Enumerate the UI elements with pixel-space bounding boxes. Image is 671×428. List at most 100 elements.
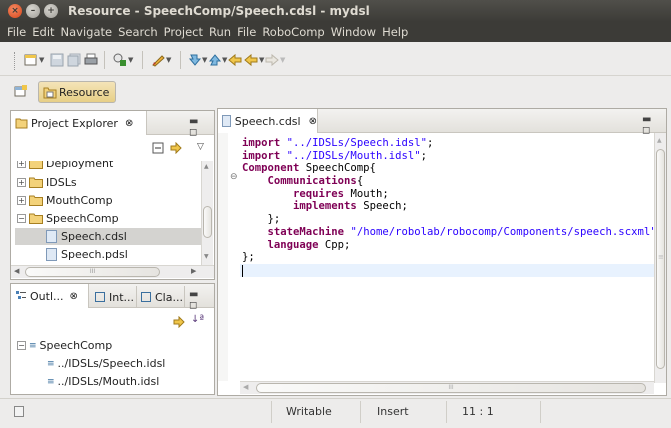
code-line[interactable]: Communications{	[242, 175, 663, 188]
resource-perspective-icon	[43, 87, 57, 99]
interface-icon	[95, 292, 105, 302]
pen-icon[interactable]	[151, 53, 165, 67]
code-editor[interactable]: import "../IDSLs/Speech.idsl"; import "..…	[242, 137, 663, 277]
tree-item-deployment[interactable]: + Deployment	[17, 161, 113, 172]
menu-help[interactable]: Help	[379, 25, 411, 39]
menu-edit[interactable]: Edit	[29, 25, 57, 39]
code-line[interactable]: };	[242, 251, 663, 264]
hscroll-thumb[interactable]: III	[25, 267, 160, 277]
tree-item-speech-cdsl[interactable]: Speech.cdsl	[15, 228, 203, 245]
status-separator	[540, 401, 541, 423]
debug-icon[interactable]	[113, 53, 127, 67]
scroll-left-icon[interactable]: ◀	[14, 267, 19, 275]
expand-icon[interactable]: +	[17, 196, 26, 205]
resource-perspective-button[interactable]: Resource	[38, 81, 117, 103]
view-menu-icon[interactable]: ▽	[197, 142, 204, 152]
outline-item-speechcomp[interactable]: − ≡ SpeechComp	[17, 337, 112, 354]
scroll-left-icon[interactable]: ◀	[243, 383, 248, 391]
tree-item-idsls[interactable]: + IDSLs	[17, 174, 77, 191]
previous-annotation-icon[interactable]	[208, 53, 222, 67]
perspective-bar: Resource	[0, 76, 671, 106]
maximize-window-icon[interactable]: +	[44, 4, 58, 18]
collapse-icon[interactable]: −	[17, 341, 26, 350]
menu-window[interactable]: Window	[328, 25, 379, 39]
outline-item-mouth-idsl[interactable]: ≡ ../IDSLs/Mouth.idsl	[47, 373, 159, 390]
code-line[interactable]	[242, 264, 663, 277]
menu-file[interactable]: File	[4, 25, 29, 39]
resource-perspective-label: Resource	[59, 85, 110, 99]
collapse-icon[interactable]: −	[17, 214, 26, 223]
scroll-down-icon[interactable]: ▼	[204, 253, 209, 260]
next-annotation-dropdown-icon[interactable]: ▼	[202, 56, 207, 64]
tab-interface[interactable]: Int...	[91, 286, 137, 308]
scroll-up-icon[interactable]: ▲	[657, 137, 662, 144]
close-tab-icon[interactable]: ⊗	[70, 291, 78, 302]
close-tab-icon[interactable]: ⊗	[125, 118, 133, 129]
back-icon[interactable]	[244, 53, 258, 67]
tree-item-mouthcomp[interactable]: + MouthComp	[17, 192, 113, 209]
hscroll-thumb[interactable]: III	[256, 383, 646, 393]
fast-view-icon[interactable]	[14, 406, 24, 417]
new-icon[interactable]	[24, 53, 38, 67]
code-line[interactable]: language Cpp;	[242, 239, 663, 252]
sort-icon[interactable]: ↓ª	[191, 314, 204, 325]
menu-project[interactable]: Project	[161, 25, 206, 39]
close-window-icon[interactable]: ×	[8, 4, 22, 18]
scroll-right-icon[interactable]: ▶	[191, 267, 196, 275]
print-icon[interactable]	[84, 53, 98, 67]
link-with-editor-icon[interactable]	[172, 316, 186, 328]
expand-icon[interactable]: +	[17, 178, 26, 187]
code-line[interactable]: Component SpeechComp{	[242, 162, 663, 175]
menu-run[interactable]: Run	[206, 25, 234, 39]
class-icon	[141, 292, 151, 302]
tree-item-speech-pdsl[interactable]: Speech.pdsl	[46, 246, 128, 261]
collapse-all-icon[interactable]	[152, 142, 164, 154]
back-dropdown-icon[interactable]: ▼	[259, 56, 264, 64]
code-line[interactable]: implements Speech;	[242, 200, 663, 213]
save-icon[interactable]	[50, 53, 64, 67]
minimize-maximize-icons[interactable]: ▬ ◻	[189, 289, 214, 311]
tab-class[interactable]: Cla...	[137, 286, 185, 308]
expand-icon[interactable]: +	[17, 161, 26, 168]
debug-dropdown-icon[interactable]: ▼	[128, 56, 133, 64]
code-line[interactable]: };	[242, 213, 663, 226]
vscroll-thumb[interactable]	[203, 206, 212, 238]
status-bar: Writable Insert 11 : 1	[0, 398, 671, 428]
previous-annotation-dropdown-icon[interactable]: ▼	[222, 56, 227, 64]
outline-item-speech-idsl[interactable]: ≡ ../IDSLs/Speech.idsl	[47, 355, 165, 372]
fold-icon[interactable]: ⊖	[230, 172, 238, 182]
tab-speech-cdsl[interactable]: Speech.cdsl ⊗	[218, 109, 318, 133]
code-line[interactable]: import "../IDSLs/Speech.idsl";	[242, 137, 663, 150]
grip-icon: ≡	[658, 253, 664, 261]
menu-robocomp[interactable]: RoboComp	[259, 25, 327, 39]
project-tree: + Deployment + IDSLs + MouthComp − Speec…	[11, 161, 203, 261]
next-annotation-icon[interactable]	[188, 53, 202, 67]
forward-icon[interactable]	[265, 53, 279, 67]
last-edit-icon[interactable]	[228, 53, 242, 67]
close-tab-icon[interactable]: ⊗	[309, 116, 317, 127]
tab-project-explorer[interactable]: Project Explorer ⊗	[11, 111, 147, 135]
editor-vscrollbar[interactable]: ▲ ≡	[654, 133, 666, 383]
menu-navigate[interactable]: Navigate	[58, 25, 116, 39]
open-perspective-icon[interactable]	[14, 85, 28, 98]
scroll-up-icon[interactable]: ▲	[204, 163, 209, 170]
tab-outline[interactable]: Outl... ⊗	[11, 284, 89, 308]
status-separator	[271, 401, 272, 423]
tree-item-speechcomp[interactable]: − SpeechComp	[17, 210, 119, 227]
minimize-window-icon[interactable]: –	[26, 4, 40, 18]
pen-dropdown-icon[interactable]: ▼	[166, 56, 171, 64]
code-line[interactable]: import "../IDSLs/Mouth.idsl";	[242, 150, 663, 163]
forward-dropdown-icon[interactable]: ▼	[280, 56, 285, 64]
status-insert-mode: Insert	[377, 405, 409, 418]
link-with-editor-icon[interactable]	[169, 142, 183, 154]
project-explorer-vscrollbar[interactable]: ▲ ▼	[201, 161, 213, 265]
editor-hscrollbar[interactable]: ◀ III	[240, 381, 654, 394]
code-line[interactable]: stateMachine "/home/robolab/robocomp/Com…	[242, 226, 663, 239]
minimize-maximize-icons[interactable]: ▬ ◻	[189, 116, 214, 138]
project-explorer-hscrollbar[interactable]: ◀ III ▶	[11, 265, 214, 278]
code-line[interactable]: requires Mouth;	[242, 188, 663, 201]
save-all-icon[interactable]	[67, 53, 81, 67]
menu-file-2[interactable]: File	[234, 25, 259, 39]
new-dropdown-icon[interactable]: ▼	[39, 56, 44, 64]
menu-search[interactable]: Search	[115, 25, 161, 39]
